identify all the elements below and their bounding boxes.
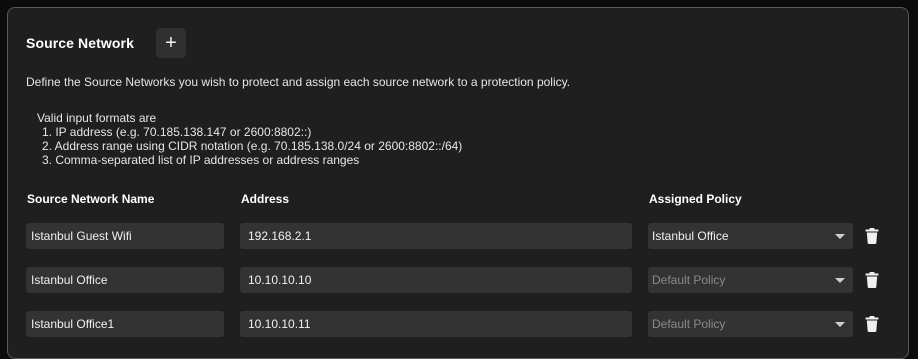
format-item-list: 3. Comma-separated list of IP addresses … (42, 153, 360, 167)
assigned-policy-select[interactable]: Default Policy (648, 267, 853, 293)
address-input[interactable]: 192.168.2.1 (240, 223, 632, 249)
column-header-name: Source Network Name (27, 192, 155, 206)
section-description: Define the Source Networks you wish to p… (26, 75, 571, 89)
section-header: Source Network + (26, 28, 186, 58)
valid-formats-list: Valid input formats are 1. IP address (e… (37, 111, 462, 167)
chevron-down-icon (835, 277, 845, 283)
address-input[interactable]: 10.10.10.11 (240, 311, 632, 337)
assigned-policy-placeholder: Default Policy (652, 273, 726, 287)
format-item-cidr: 2. Address range using CIDR notation (e.… (42, 139, 463, 153)
chevron-down-icon (835, 321, 845, 327)
source-network-panel: Source Network + Define the Source Netwo… (7, 7, 909, 359)
trash-icon[interactable] (865, 228, 879, 244)
source-network-name-input[interactable]: Istanbul Office1 (26, 311, 224, 337)
source-network-name-input[interactable]: Istanbul Office (26, 267, 224, 293)
column-header-policy: Assigned Policy (649, 192, 742, 206)
formats-intro: Valid input formats are (37, 111, 157, 125)
trash-icon[interactable] (865, 316, 879, 332)
address-input[interactable]: 10.10.10.10 (240, 267, 632, 293)
add-source-network-button[interactable]: + (156, 28, 186, 58)
trash-icon[interactable] (865, 272, 879, 288)
plus-icon: + (165, 32, 177, 54)
section-title: Source Network (26, 35, 134, 51)
column-header-address: Address (241, 192, 290, 206)
format-item-ip: 1. IP address (e.g. 70.185.138.147 or 26… (42, 125, 312, 139)
assigned-policy-value: Istanbul Office (652, 229, 729, 243)
assigned-policy-select[interactable]: Istanbul Office (648, 223, 853, 249)
assigned-policy-select[interactable]: Default Policy (648, 311, 853, 337)
chevron-down-icon (835, 233, 845, 239)
assigned-policy-placeholder: Default Policy (652, 317, 726, 331)
source-network-name-input[interactable]: Istanbul Guest Wifi (26, 223, 224, 249)
